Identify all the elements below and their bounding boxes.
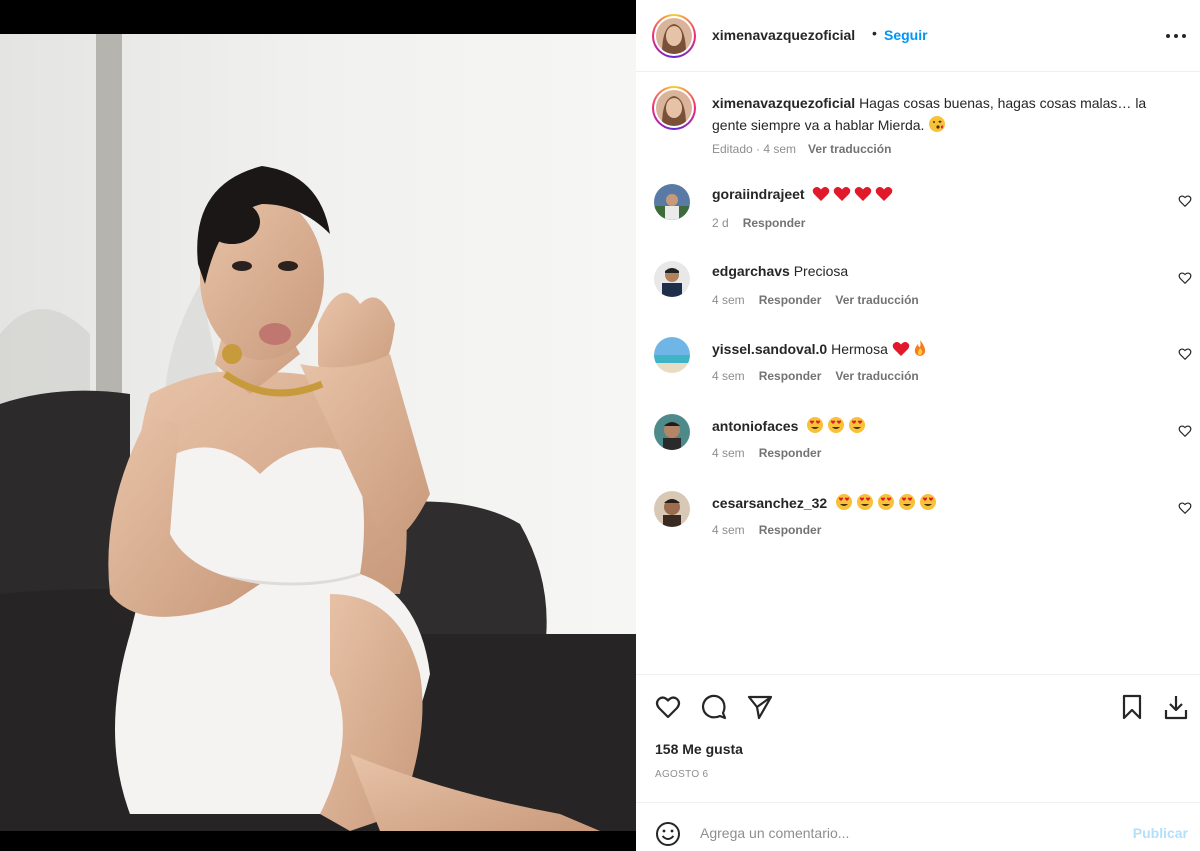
- comment-avatar[interactable]: [654, 491, 690, 527]
- comment-username[interactable]: edgarchavs: [712, 263, 790, 279]
- kissing-face-icon: [929, 116, 946, 132]
- red-heart-icon: [855, 187, 872, 201]
- comment-bubble-icon[interactable]: [700, 693, 728, 721]
- comment-avatar[interactable]: [654, 337, 690, 373]
- red-heart-icon: [892, 342, 910, 356]
- comment-meta: 4 sem Responder: [712, 446, 821, 460]
- heart-eyes-icon: [828, 417, 845, 433]
- caption-avatar-image: [656, 90, 692, 126]
- comment-avatar[interactable]: [654, 261, 690, 297]
- heart-eyes-icon: [807, 417, 824, 433]
- comment-avatar-image: [654, 337, 690, 373]
- comment-meta: 4 sem Responder: [712, 523, 821, 537]
- comment-input[interactable]: Agrega un comentario...: [700, 825, 849, 841]
- comment-time: 4 sem: [712, 293, 745, 307]
- reply-button[interactable]: Responder: [759, 523, 822, 537]
- comment-username[interactable]: cesarsanchez_32: [712, 495, 827, 511]
- author-avatar[interactable]: [652, 14, 696, 58]
- comment-meta: 4 sem Responder Ver traducción: [712, 293, 919, 307]
- save-bookmark-icon[interactable]: [1118, 693, 1146, 721]
- follow-button[interactable]: Seguir: [884, 27, 928, 43]
- red-heart-icon: [813, 187, 830, 201]
- comment-username[interactable]: yissel.sandoval.0: [712, 341, 827, 357]
- comment-item: edgarchavs Preciosa 4 sem Responder Ver tr…: [652, 261, 1192, 321]
- comment-emojis: [812, 186, 896, 202]
- comment-avatar[interactable]: [654, 184, 690, 220]
- comment-avatar-image: [654, 491, 690, 527]
- comment-body: yissel.sandoval.0 Hermosa: [712, 339, 930, 357]
- comment-emojis: [835, 494, 940, 511]
- comment-avatar-image: [654, 184, 690, 220]
- heart-eyes-icon: [920, 494, 937, 510]
- comment-meta: 2 d Responder: [712, 216, 805, 230]
- comment-body: goraiindrajeet: [712, 186, 896, 202]
- heart-eyes-icon: [836, 494, 853, 510]
- comment-meta: 4 sem Responder Ver traducción: [712, 369, 919, 383]
- fire-icon: [914, 340, 925, 356]
- comment-time: 4 sem: [712, 369, 745, 383]
- author-avatar-image: [656, 18, 692, 54]
- comment-item: cesarsanchez_32 4 sem Responder: [652, 491, 1192, 551]
- like-count[interactable]: 158 Me gusta: [655, 741, 743, 757]
- translate-button[interactable]: Ver traducción: [835, 293, 918, 307]
- like-comment-icon[interactable]: [1178, 501, 1192, 515]
- download-icon[interactable]: [1162, 693, 1190, 721]
- post-photo-illustration: [0, 34, 636, 831]
- separator-dot: •: [872, 25, 877, 41]
- author-username[interactable]: ximenavazquezoficial: [712, 27, 855, 43]
- comment-username[interactable]: antoniofaces: [712, 418, 798, 434]
- comment-item: yissel.sandoval.0 Hermosa 4 sem Responder…: [652, 337, 1192, 397]
- comment-time: 4 sem: [712, 446, 745, 460]
- post-media-area: [0, 0, 636, 851]
- emoji-picker-icon[interactable]: [654, 820, 682, 848]
- post-photo[interactable]: [0, 34, 636, 831]
- heart-eyes-icon: [849, 417, 866, 433]
- comment-item: antoniofaces 4 sem Responder: [652, 414, 1192, 474]
- caption-edited-time: Editado · 4 sem: [712, 142, 797, 156]
- comment-username[interactable]: goraiindrajeet: [712, 186, 805, 202]
- post-actions: 158 Me gusta AGOSTO 6: [636, 674, 1200, 802]
- translate-button[interactable]: Ver traducción: [835, 369, 918, 383]
- reply-button[interactable]: Responder: [759, 446, 822, 460]
- heart-eyes-icon: [899, 494, 916, 510]
- like-comment-icon[interactable]: [1178, 194, 1192, 208]
- like-comment-icon[interactable]: [1178, 424, 1192, 438]
- comment-text: Preciosa: [793, 263, 849, 279]
- comment-time: 2 d: [712, 216, 729, 230]
- post-side-panel: ximenavazquezoficial • Seguir ximenavazq…: [636, 0, 1200, 851]
- caption-username[interactable]: ximenavazquezoficial: [712, 95, 855, 111]
- heart-eyes-icon: [878, 494, 895, 510]
- reply-button[interactable]: Responder: [743, 216, 806, 230]
- like-heart-icon[interactable]: [654, 693, 682, 721]
- comment-time: 4 sem: [712, 523, 745, 537]
- like-comment-icon[interactable]: [1178, 347, 1192, 361]
- comment-avatar[interactable]: [654, 414, 690, 450]
- reply-button[interactable]: Responder: [759, 293, 822, 307]
- caption-translate-link[interactable]: Ver traducción: [808, 142, 891, 156]
- comment-body: edgarchavs Preciosa: [712, 263, 848, 279]
- comment-avatar-image: [654, 261, 690, 297]
- red-heart-icon: [876, 187, 893, 201]
- post-date: AGOSTO 6: [655, 769, 709, 780]
- caption-text: ximenavazquezoficial Hagas cosas buenas,…: [712, 92, 1182, 136]
- add-comment-bar: Agrega un comentario... Publicar: [636, 802, 1200, 851]
- reply-button[interactable]: Responder: [759, 369, 822, 383]
- share-send-icon[interactable]: [746, 693, 774, 721]
- comment-item: goraiindrajeet 2 d Responder: [652, 184, 1192, 244]
- more-options-icon[interactable]: [1164, 26, 1188, 46]
- like-comment-icon[interactable]: [1178, 271, 1192, 285]
- comment-avatar-image: [654, 414, 690, 450]
- comment-body: cesarsanchez_32: [712, 493, 940, 511]
- comment-body: antoniofaces: [712, 416, 869, 434]
- caption-author-avatar[interactable]: [652, 86, 696, 130]
- comment-text: Hermosa: [831, 341, 888, 357]
- red-heart-icon: [834, 187, 851, 201]
- post-header: ximenavazquezoficial • Seguir: [636, 0, 1200, 72]
- heart-eyes-icon: [857, 494, 874, 510]
- caption-meta: Editado · 4 sem Ver traducción: [712, 142, 891, 156]
- publish-button[interactable]: Publicar: [1133, 825, 1188, 841]
- comment-emojis: [806, 417, 869, 434]
